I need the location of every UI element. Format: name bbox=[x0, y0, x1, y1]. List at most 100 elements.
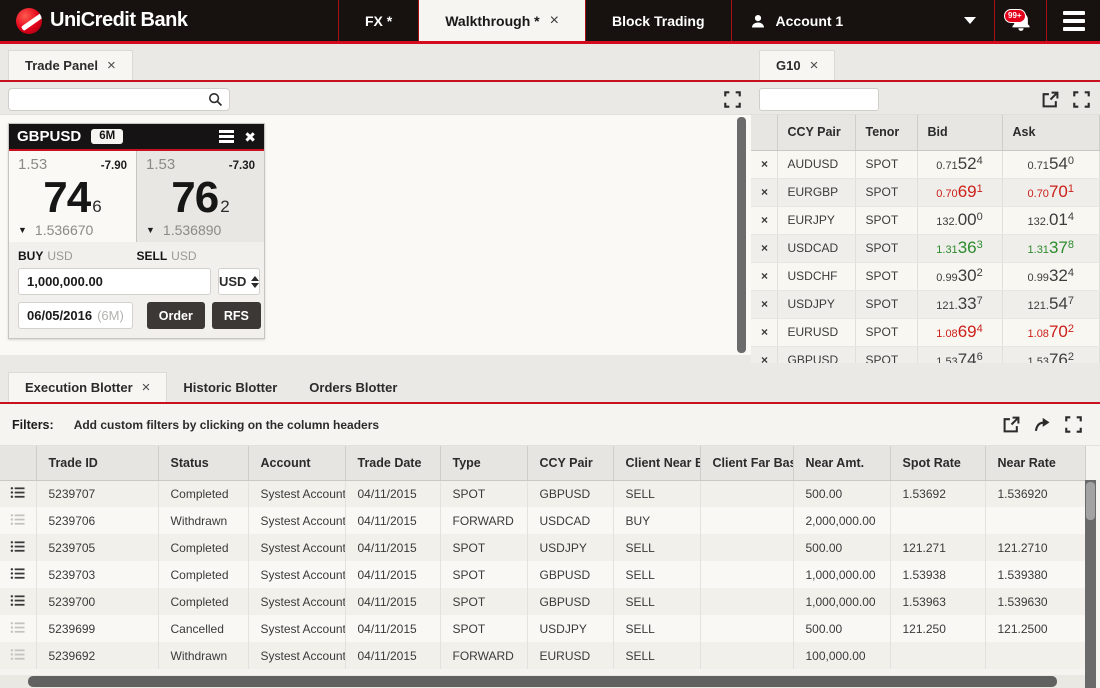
near-amt: 100,000.00 bbox=[793, 642, 890, 669]
remove-row-icon[interactable]: × bbox=[751, 206, 777, 234]
blotter-col-type[interactable]: Type bbox=[440, 446, 527, 480]
row-menu-icon[interactable] bbox=[10, 593, 25, 608]
popout-icon[interactable] bbox=[1042, 91, 1059, 108]
g10-filter-input[interactable] bbox=[759, 88, 879, 111]
widget-tenor-badge[interactable]: 6M bbox=[91, 129, 123, 145]
blotter-row-5239699[interactable]: 5239699CancelledSystest Account04/11/201… bbox=[0, 615, 1085, 642]
rfs-button[interactable]: RFS bbox=[212, 302, 261, 329]
bid-price[interactable]: 0.99302 bbox=[928, 266, 992, 286]
ccy-pair: GBPUSD bbox=[527, 480, 613, 507]
order-button[interactable]: Order bbox=[147, 302, 205, 329]
remove-row-icon[interactable]: × bbox=[751, 346, 777, 363]
blotter-row-5239706[interactable]: 5239706WithdrawnSystest Account04/11/201… bbox=[0, 507, 1085, 534]
search-input[interactable] bbox=[8, 88, 230, 111]
remove-row-icon[interactable]: × bbox=[751, 150, 777, 178]
account-selector[interactable]: Account 1 bbox=[731, 0, 994, 41]
ask-price[interactable]: 0.70701 bbox=[1013, 182, 1090, 202]
ask-price[interactable]: 1.08702 bbox=[1013, 322, 1090, 342]
account: Systest Account bbox=[248, 615, 345, 642]
tab-trade-panel[interactable]: Trade Panel × bbox=[8, 50, 133, 80]
g10-col-ccy-pair[interactable]: CCY Pair bbox=[777, 115, 855, 150]
vertical-scrollbar[interactable] bbox=[737, 117, 746, 353]
bid-price[interactable]: 0.70691 bbox=[928, 182, 992, 202]
row-menu-icon[interactable] bbox=[10, 539, 25, 554]
remove-row-icon[interactable]: × bbox=[751, 290, 777, 318]
account: Systest Account bbox=[248, 588, 345, 615]
blotter-row-5239692[interactable]: 5239692WithdrawnSystest Account04/11/201… bbox=[0, 642, 1085, 669]
remove-row-icon[interactable]: × bbox=[751, 262, 777, 290]
ask-price[interactable]: 0.71540 bbox=[1013, 154, 1090, 174]
close-icon[interactable]: × bbox=[810, 58, 819, 73]
ask-price[interactable]: 132.014 bbox=[1013, 210, 1090, 230]
blotter-col-trade-id[interactable]: Trade ID bbox=[36, 446, 158, 480]
nav-tab-fx[interactable]: FX * bbox=[338, 0, 418, 41]
blotter-col-account[interactable]: Account bbox=[248, 446, 345, 480]
value-date-input[interactable]: 06/05/2016 (6M) bbox=[18, 302, 133, 329]
bid-price[interactable]: 1.53746 bbox=[928, 350, 992, 363]
tab-historic-blotter[interactable]: Historic Blotter bbox=[167, 372, 293, 402]
close-icon[interactable]: × bbox=[107, 58, 116, 73]
bid-price-tile[interactable]: 1.53 -7.90 74 6 ▼ 1.536670 bbox=[9, 151, 137, 242]
tab-orders-blotter[interactable]: Orders Blotter bbox=[293, 372, 413, 402]
blotter-row-5239703[interactable]: 5239703CompletedSystest Account04/11/201… bbox=[0, 561, 1085, 588]
nav-tab-walkthrough[interactable]: Walkthrough * × bbox=[418, 0, 585, 41]
row-menu-icon[interactable] bbox=[10, 485, 25, 500]
ask-price[interactable]: 121.547 bbox=[1013, 294, 1090, 314]
blotter-col-row-menu[interactable] bbox=[0, 446, 36, 480]
amount-input[interactable] bbox=[18, 268, 211, 295]
blotter-row-5239700[interactable]: 5239700CompletedSystest Account04/11/201… bbox=[0, 588, 1085, 615]
blotter-col-status[interactable]: Status bbox=[158, 446, 248, 480]
g10-col-bid[interactable]: Bid bbox=[917, 115, 1002, 150]
row-menu-icon[interactable] bbox=[10, 566, 25, 581]
notifications-button[interactable]: 99+ bbox=[994, 0, 1046, 41]
tab-g10[interactable]: G10 × bbox=[759, 50, 835, 80]
blotter-col-spot-rate[interactable]: Spot Rate bbox=[890, 446, 985, 480]
unicredit-logo-icon bbox=[16, 8, 42, 34]
bid-price[interactable]: 0.71524 bbox=[928, 154, 992, 174]
fullscreen-icon[interactable] bbox=[1073, 91, 1090, 108]
instrument-search[interactable] bbox=[8, 88, 230, 111]
tab-execution-blotter[interactable]: Execution Blotter × bbox=[8, 372, 167, 402]
row-menu-icon[interactable] bbox=[10, 620, 25, 635]
remove-row-icon[interactable]: × bbox=[751, 234, 777, 262]
ask-price[interactable]: 1.53762 bbox=[1013, 350, 1090, 363]
popout-icon[interactable] bbox=[1003, 416, 1020, 433]
blotter-col-client-near-bas[interactable]: Client Near Bas bbox=[613, 446, 700, 480]
bid-price[interactable]: 132.000 bbox=[928, 210, 992, 230]
bid-price[interactable]: 121.337 bbox=[928, 294, 992, 314]
horizontal-scrollbar[interactable] bbox=[0, 675, 1085, 688]
close-icon[interactable]: × bbox=[550, 13, 559, 29]
ask-price-tile[interactable]: 1.53 -7.30 76 2 ▼ 1.536890 bbox=[137, 151, 264, 242]
row-menu-icon[interactable] bbox=[10, 512, 25, 527]
account: Systest Account bbox=[248, 480, 345, 507]
bid-price[interactable]: 1.31363 bbox=[928, 238, 992, 258]
g10-col-ask[interactable]: Ask bbox=[1002, 115, 1100, 150]
vertical-scrollbar[interactable] bbox=[1085, 480, 1096, 688]
remove-row-icon[interactable]: × bbox=[751, 178, 777, 206]
nav-tab-block-trading[interactable]: Block Trading bbox=[585, 0, 731, 41]
widget-menu-icon[interactable] bbox=[219, 130, 234, 143]
blotter-col-near-rate[interactable]: Near Rate bbox=[985, 446, 1085, 480]
menu-button[interactable] bbox=[1046, 0, 1100, 41]
ask-price[interactable]: 0.99324 bbox=[1013, 266, 1090, 286]
g10-col-tenor[interactable]: Tenor bbox=[855, 115, 917, 150]
blotter-col-client-far-base[interactable]: Client Far Base bbox=[700, 446, 793, 480]
remove-row-icon[interactable]: × bbox=[751, 318, 777, 346]
vertical-scrollbar-thumb[interactable] bbox=[1086, 482, 1095, 520]
tab-g10-label: G10 bbox=[776, 58, 801, 73]
share-icon[interactable] bbox=[1034, 416, 1051, 433]
horizontal-scrollbar-thumb[interactable] bbox=[28, 676, 1057, 687]
blotter-col-trade-date[interactable]: Trade Date bbox=[345, 446, 440, 480]
blotter-row-5239705[interactable]: 5239705CompletedSystest Account04/11/201… bbox=[0, 534, 1085, 561]
fullscreen-icon[interactable] bbox=[724, 91, 741, 108]
bid-price[interactable]: 1.08694 bbox=[928, 322, 992, 342]
fullscreen-icon[interactable] bbox=[1065, 416, 1082, 433]
blotter-col-ccy-pair[interactable]: CCY Pair bbox=[527, 446, 613, 480]
ask-price[interactable]: 1.31378 bbox=[1013, 238, 1090, 258]
row-menu-icon[interactable] bbox=[10, 647, 25, 662]
blotter-col-near-amt[interactable]: Near Amt. bbox=[793, 446, 890, 480]
dealt-currency-select[interactable]: USD bbox=[218, 268, 260, 295]
close-icon[interactable]: × bbox=[142, 380, 151, 395]
widget-close-icon[interactable]: ✖ bbox=[244, 130, 256, 144]
blotter-row-5239707[interactable]: 5239707CompletedSystest Account04/11/201… bbox=[0, 480, 1085, 507]
